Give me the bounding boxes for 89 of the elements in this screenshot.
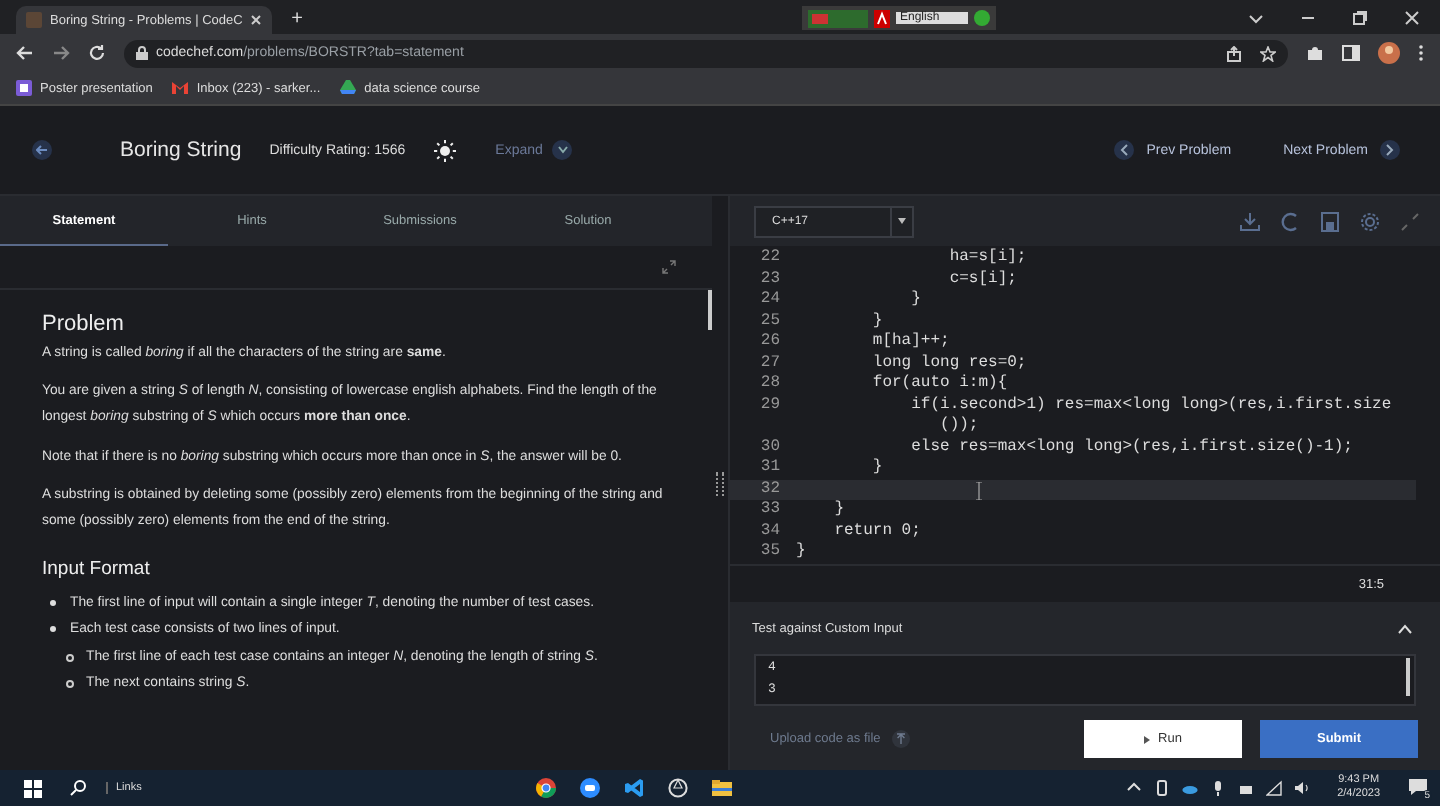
mail-icon [172, 80, 189, 96]
folder-icon[interactable] [711, 778, 732, 798]
line-number: 23 [758, 269, 782, 290]
code-line: ()); [938, 416, 979, 437]
share-icon[interactable] [1226, 45, 1242, 61]
code-line: if(i.second>1) res=max<long long>(res,i.first.size [909, 395, 1392, 416]
upload-icon [892, 730, 911, 748]
line-number: 35 [758, 542, 782, 563]
code-line: } [909, 290, 921, 311]
new-tab-button[interactable]: + [284, 6, 310, 32]
code-line: } [870, 458, 883, 479]
puzzle-icon[interactable] [1306, 44, 1324, 62]
scrollbar[interactable] [708, 290, 712, 330]
line-number: 27 [758, 353, 782, 374]
chevron-down-icon[interactable] [1248, 9, 1264, 25]
save-icon[interactable] [1320, 211, 1340, 231]
text-cursor-icon [976, 481, 982, 499]
globe-icon [973, 10, 990, 26]
problem-title: Boring String [120, 138, 242, 162]
resize-handle[interactable] [716, 471, 724, 495]
chevron-right-icon [1386, 144, 1394, 156]
code-line: for(auto i:m){ [870, 374, 1008, 395]
code-line: c=s[i]; [947, 269, 1017, 290]
line-number: 22 [758, 248, 782, 269]
sidebar-icon[interactable] [1342, 44, 1360, 62]
search-icon[interactable] [70, 780, 86, 796]
message-icon [1408, 778, 1429, 796]
chevron-left-icon [1120, 144, 1129, 156]
close-icon[interactable] [250, 14, 263, 26]
code-line: } [796, 542, 806, 563]
back-arrow-icon [36, 144, 48, 156]
line-number: 31 [758, 458, 782, 479]
chat-icon[interactable] [579, 778, 600, 798]
line-number: 25 [758, 311, 782, 332]
bullet-icon [50, 626, 56, 633]
caret-icon [898, 218, 906, 224]
chrome-icon[interactable] [535, 778, 556, 798]
forward-arrow-icon[interactable] [52, 44, 70, 62]
bullet-icon [66, 653, 74, 662]
line-number: 34 [758, 521, 782, 542]
chevron-down-icon [557, 146, 568, 154]
avatar-icon[interactable] [1378, 42, 1400, 64]
phone-icon[interactable] [1153, 780, 1170, 796]
play-icon [1144, 735, 1151, 743]
close-icon[interactable] [1404, 9, 1420, 25]
reload-icon[interactable] [88, 44, 106, 62]
back-button[interactable] [32, 140, 52, 160]
line-number: 30 [758, 437, 782, 458]
pdf-icon [874, 9, 890, 27]
fullscreen-icon[interactable] [1400, 211, 1420, 231]
section-heading: Problem [42, 310, 126, 340]
code-line: else res=max<long long>(res,i.first.size()-1); [909, 437, 1353, 458]
more-icon[interactable] [1418, 44, 1424, 62]
download-icon[interactable] [1240, 211, 1260, 231]
code-line: } [870, 311, 883, 332]
back-arrow-icon[interactable] [16, 44, 34, 62]
section-heading: Input Format [42, 556, 152, 585]
line-number: 24 [758, 290, 782, 311]
drive-icon [340, 80, 357, 96]
fullscreen-icon[interactable] [662, 260, 676, 274]
code-line: m[ha]++; [870, 332, 950, 353]
line-number: 32 [758, 479, 782, 500]
cloud-icon[interactable] [1181, 780, 1198, 796]
star-icon[interactable] [1260, 45, 1276, 61]
site-icon [26, 12, 42, 28]
speaker-icon[interactable] [1293, 780, 1310, 796]
chevron-up-icon[interactable] [1398, 623, 1412, 633]
settings-icon[interactable] [1360, 211, 1380, 231]
wifi-icon[interactable] [1265, 780, 1282, 796]
line-number: 33 [758, 500, 782, 521]
code-line: ha=s[i]; [947, 248, 1027, 269]
lock-icon [136, 46, 148, 60]
code-editor-icon[interactable] [623, 778, 644, 798]
windows-icon[interactable] [24, 779, 42, 797]
code-line: return 0; [832, 521, 921, 542]
sun-icon[interactable] [433, 139, 456, 161]
line-number: 28 [758, 374, 782, 395]
slides-icon [16, 80, 32, 96]
code-line: } [832, 500, 845, 521]
chevron-up-icon[interactable] [1125, 780, 1142, 796]
reset-icon[interactable] [1280, 211, 1300, 231]
restore-icon[interactable] [1352, 9, 1368, 25]
bullet-icon [50, 600, 56, 607]
bullet-icon [66, 679, 74, 688]
line-number: 26 [758, 332, 782, 353]
line-number: 29 [758, 395, 782, 416]
aperture-icon[interactable] [667, 778, 688, 798]
microphone-icon[interactable] [1209, 780, 1226, 796]
code-line: long long res=0; [870, 353, 1027, 374]
